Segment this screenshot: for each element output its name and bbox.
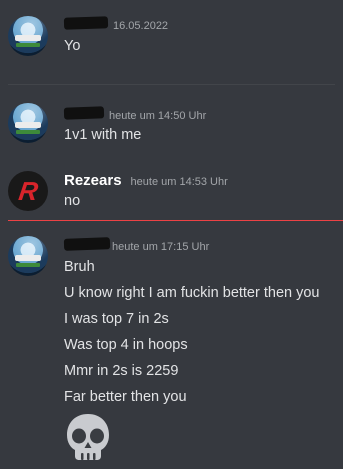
skull-emoji[interactable] — [64, 412, 112, 462]
user-avatar[interactable] — [8, 236, 48, 276]
message-text: I was top 7 in 2s — [64, 311, 169, 327]
message-text: U know right I am fuckin better then you — [64, 285, 320, 301]
message-timestamp: heute um 17:15 Uhr — [112, 241, 210, 253]
message-header: heute um 14:50 Uhr — [63, 106, 207, 123]
message-header: 16.05.2022 — [63, 16, 169, 33]
message-text: Mmr in 2s is 2259 — [64, 363, 179, 379]
rezears-avatar[interactable]: R — [8, 171, 48, 211]
redacted-username — [63, 106, 105, 120]
new-messages-divider — [8, 220, 343, 221]
message-text: Was top 4 in hoops — [64, 337, 188, 353]
message-timestamp: 16.05.2022 — [113, 20, 169, 32]
redacted-username — [63, 16, 109, 30]
avatar-logo: R — [16, 176, 40, 206]
message-text: Bruh — [64, 259, 95, 275]
username[interactable]: Rezears — [64, 172, 122, 189]
redacted-username — [63, 237, 111, 251]
message-text: Far better then you — [64, 389, 187, 405]
message-text: Yo — [64, 38, 81, 54]
user-avatar[interactable] — [8, 103, 48, 143]
message-timestamp: heute um 14:50 Uhr — [109, 110, 207, 122]
message-timestamp: heute um 14:53 Uhr — [130, 176, 228, 188]
message-header: heute um 17:15 Uhr — [63, 237, 210, 254]
message-text: no — [64, 193, 81, 209]
divider — [8, 84, 335, 85]
user-avatar[interactable] — [8, 16, 48, 56]
message-text: 1v1 with me — [64, 127, 142, 143]
skull-icon — [67, 414, 109, 460]
message-header: Rezears heute um 14:53 Uhr — [64, 172, 228, 189]
